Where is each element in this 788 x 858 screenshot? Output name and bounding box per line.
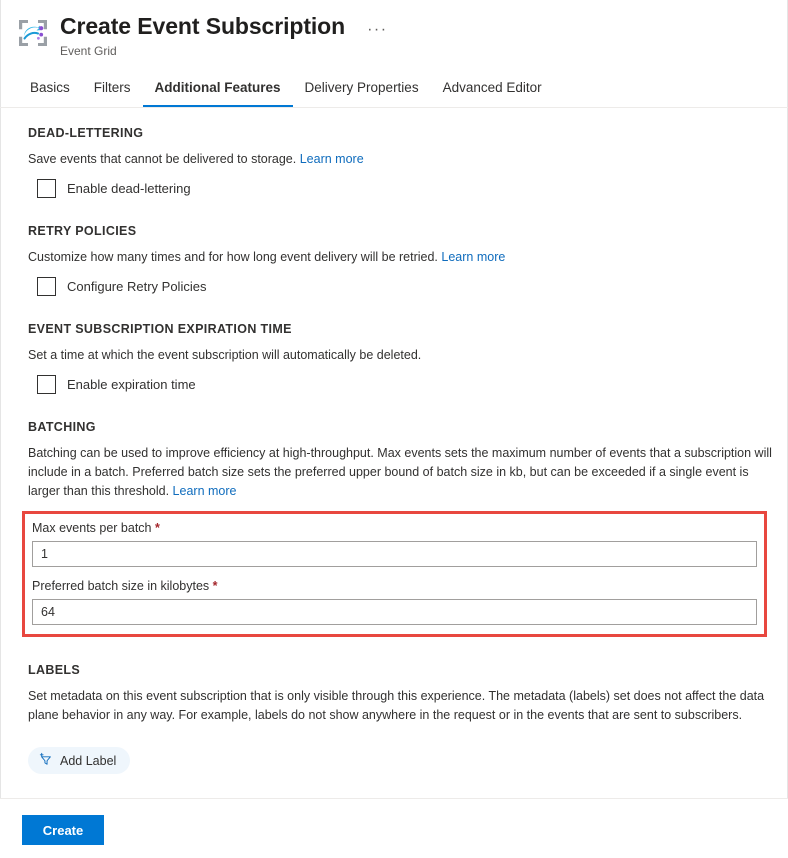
page-header: Create Event Subscription Event Grid ···… — [0, 0, 788, 108]
section-dead-lettering: DEAD-LETTERING Save events that cannot b… — [28, 126, 772, 198]
section-labels: LABELS Set metadata on this event subscr… — [28, 663, 772, 774]
retry-policies-learn-more-link[interactable]: Learn more — [441, 250, 505, 264]
enable-expiration-time-label: Enable expiration time — [67, 375, 196, 394]
enable-dead-lettering-row[interactable]: Enable dead-lettering — [28, 179, 191, 198]
configure-retry-policies-row[interactable]: Configure Retry Policies — [28, 277, 206, 296]
preferred-batch-size-required-marker: * — [213, 579, 218, 593]
max-events-per-batch-input[interactable] — [32, 541, 757, 567]
batching-heading: BATCHING — [28, 420, 772, 434]
dead-lettering-heading: DEAD-LETTERING — [28, 126, 772, 140]
section-expiration-time: EVENT SUBSCRIPTION EXPIRATION TIME Set a… — [28, 322, 772, 394]
retry-policies-description: Customize how many times and for how lon… — [28, 248, 772, 267]
max-events-per-batch-label: Max events per batch * — [32, 520, 757, 537]
add-label-button-text: Add Label — [60, 754, 116, 768]
more-options-icon[interactable]: ··· — [367, 22, 387, 38]
enable-dead-lettering-checkbox[interactable] — [37, 179, 56, 198]
retry-policies-description-text: Customize how many times and for how lon… — [28, 250, 438, 264]
create-button[interactable]: Create — [22, 815, 104, 845]
field-max-events-per-batch: Max events per batch * — [32, 520, 757, 567]
add-filter-icon — [39, 752, 53, 769]
expiration-time-description: Set a time at which the event subscripti… — [28, 346, 772, 365]
dead-lettering-description-text: Save events that cannot be delivered to … — [28, 152, 296, 166]
preferred-batch-size-label: Preferred batch size in kilobytes * — [32, 578, 757, 595]
enable-expiration-time-checkbox[interactable] — [37, 375, 56, 394]
enable-dead-lettering-label: Enable dead-lettering — [67, 179, 191, 198]
add-label-button[interactable]: Add Label — [28, 747, 130, 774]
page-subtitle: Event Grid — [60, 43, 345, 59]
event-grid-icon — [16, 16, 50, 50]
expiration-time-heading: EVENT SUBSCRIPTION EXPIRATION TIME — [28, 322, 772, 336]
page-footer: Create — [0, 799, 788, 858]
page-left-border — [0, 0, 1, 858]
preferred-batch-size-input[interactable] — [32, 599, 757, 625]
retry-policies-heading: RETRY POLICIES — [28, 224, 772, 238]
tab-basics[interactable]: Basics — [18, 73, 82, 107]
batching-description-text: Batching can be used to improve efficien… — [28, 446, 772, 498]
configure-retry-policies-checkbox[interactable] — [37, 277, 56, 296]
dead-lettering-description: Save events that cannot be delivered to … — [28, 150, 772, 169]
labels-heading: LABELS — [28, 663, 772, 677]
tab-advanced-editor[interactable]: Advanced Editor — [431, 73, 554, 107]
tab-filters[interactable]: Filters — [82, 73, 143, 107]
field-preferred-batch-size: Preferred batch size in kilobytes * — [32, 578, 757, 625]
tab-delivery-properties[interactable]: Delivery Properties — [293, 73, 431, 107]
batching-learn-more-link[interactable]: Learn more — [173, 484, 237, 498]
tab-bar: Basics Filters Additional Features Deliv… — [0, 73, 788, 107]
dead-lettering-learn-more-link[interactable]: Learn more — [300, 152, 364, 166]
title-block: Create Event Subscription Event Grid — [60, 12, 345, 59]
title-row: Create Event Subscription Event Grid ··· — [0, 12, 788, 59]
configure-retry-policies-label: Configure Retry Policies — [67, 277, 206, 296]
section-retry-policies: RETRY POLICIES Customize how many times … — [28, 224, 772, 296]
max-events-per-batch-label-text: Max events per batch — [32, 521, 152, 535]
main-content: DEAD-LETTERING Save events that cannot b… — [0, 108, 788, 774]
enable-expiration-time-row[interactable]: Enable expiration time — [28, 375, 196, 394]
batching-description: Batching can be used to improve efficien… — [28, 444, 772, 501]
preferred-batch-size-label-text: Preferred batch size in kilobytes — [32, 579, 209, 593]
max-events-required-marker: * — [155, 521, 160, 535]
tab-additional-features[interactable]: Additional Features — [143, 73, 293, 107]
batching-fields-highlight: Max events per batch * Preferred batch s… — [22, 511, 767, 637]
page-title: Create Event Subscription — [60, 12, 345, 40]
section-batching: BATCHING Batching can be used to improve… — [28, 420, 772, 637]
tab-bar-divider — [0, 107, 788, 108]
labels-description: Set metadata on this event subscription … — [28, 687, 772, 725]
